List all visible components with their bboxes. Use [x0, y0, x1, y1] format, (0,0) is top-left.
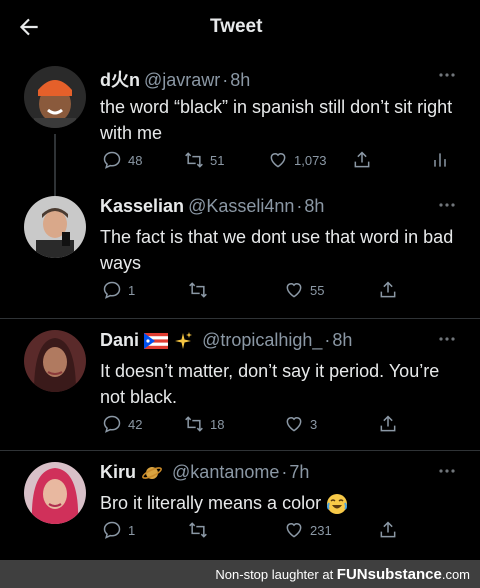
- share-icon: [380, 521, 396, 538]
- dot-separator: ·: [281, 462, 288, 482]
- reply-button[interactable]: 1: [102, 280, 135, 300]
- like-button[interactable]: 1,073: [268, 150, 327, 170]
- share-button[interactable]: [378, 520, 404, 540]
- more-options-icon[interactable]: [438, 72, 456, 78]
- share-icon: [354, 151, 370, 168]
- display-name[interactable]: Dani: [100, 330, 139, 350]
- tweet-header: Kasselian @Kasseli4nn · 8h: [100, 196, 324, 217]
- page-title: Tweet: [210, 16, 263, 37]
- watermark-bar: Non-stop laughter at FUNsubstance.com: [0, 560, 480, 588]
- more-options-icon[interactable]: [438, 468, 456, 474]
- heart-icon: [286, 417, 302, 432]
- action-bar: 1 231: [100, 520, 460, 544]
- handle[interactable]: @tropicalhigh_: [202, 330, 322, 350]
- tweet-text: The fact is that we dont use that word i…: [100, 227, 454, 273]
- like-button[interactable]: 55: [284, 280, 324, 300]
- retweet-button[interactable]: [188, 280, 214, 300]
- share-button[interactable]: [352, 150, 378, 170]
- dot-separator: ·: [222, 70, 229, 90]
- retweet-icon: [189, 522, 207, 538]
- like-count: 55: [310, 282, 325, 298]
- action-bar: 1 55: [100, 280, 460, 304]
- share-button[interactable]: [378, 280, 404, 300]
- handle[interactable]: @javrawr: [144, 70, 220, 90]
- reply-button[interactable]: 42: [102, 414, 142, 434]
- tweet-header: Kiru @kantanome · 7h: [100, 462, 309, 484]
- tweet-text-content: Bro it literally means a color: [100, 493, 322, 513]
- timestamp[interactable]: 7h: [289, 462, 309, 482]
- avatar[interactable]: [24, 330, 86, 392]
- heart-icon: [286, 523, 302, 538]
- retweet-icon: [189, 282, 207, 298]
- avatar[interactable]: [24, 66, 86, 128]
- reply-button[interactable]: 1: [102, 520, 135, 540]
- tweet-text: Bro it literally means a color: [100, 490, 460, 516]
- avatar[interactable]: [24, 462, 86, 524]
- dot-separator: ·: [296, 196, 303, 216]
- crying-laughing-emoji-icon: [327, 494, 348, 515]
- watermark-brand: FUNsubstance: [336, 566, 442, 583]
- like-count: 231: [310, 522, 332, 538]
- retweet-count: 18: [210, 416, 225, 432]
- divider: [0, 318, 480, 319]
- reply-icon: [103, 521, 121, 539]
- reply-icon: [103, 151, 121, 169]
- more-options-icon[interactable]: [438, 336, 456, 342]
- planet-icon: [142, 467, 162, 480]
- like-button[interactable]: 231: [284, 520, 332, 540]
- handle[interactable]: @kantanome: [172, 462, 279, 482]
- handle[interactable]: @Kasseli4nn: [188, 196, 294, 216]
- retweet-button[interactable]: [188, 520, 214, 540]
- back-arrow-icon[interactable]: [16, 14, 42, 40]
- share-icon: [380, 415, 396, 432]
- timestamp[interactable]: 8h: [332, 330, 352, 350]
- reply-count: 42: [128, 416, 143, 432]
- reply-count: 48: [128, 152, 143, 168]
- header: Tweet: [0, 0, 480, 54]
- reply-count: 1: [128, 282, 136, 298]
- tweet-text: It doesn’t matter, don’t say it period. …: [100, 361, 440, 407]
- timestamp[interactable]: 8h: [304, 196, 324, 216]
- reply-button[interactable]: 48: [102, 150, 142, 170]
- action-bar: 42 18 3: [100, 414, 460, 438]
- tweet-header: d火n @javrawr · 8h: [100, 66, 250, 92]
- watermark-text: Non-stop laughter at FUNsubstance.com: [215, 566, 470, 583]
- like-count: 3: [310, 416, 318, 432]
- retweet-count: 51: [210, 152, 225, 168]
- reply-icon: [103, 415, 121, 433]
- retweet-icon: [185, 416, 203, 432]
- analytics-button[interactable]: [430, 150, 456, 170]
- divider: [0, 450, 480, 451]
- like-count: 1,073: [294, 152, 327, 168]
- retweet-button[interactable]: 51: [184, 150, 224, 170]
- timestamp[interactable]: 8h: [230, 70, 250, 90]
- heart-icon: [286, 283, 302, 298]
- more-options-icon[interactable]: [438, 202, 456, 208]
- retweet-icon: [185, 152, 203, 168]
- reply-count: 1: [128, 522, 136, 538]
- avatar[interactable]: [24, 196, 86, 258]
- share-icon: [380, 281, 396, 298]
- reply-icon: [103, 281, 121, 299]
- action-bar: 48 51 1,073: [100, 150, 460, 174]
- tweet-header: Dani @tropicalhigh_ · 8h: [100, 330, 352, 351]
- watermark-prefix: Non-stop laughter at: [215, 567, 337, 582]
- share-button[interactable]: [378, 414, 404, 434]
- thread-line: [54, 134, 56, 196]
- like-button[interactable]: 3: [284, 414, 317, 434]
- sparkles-icon: [175, 332, 193, 350]
- watermark-suffix: .com: [441, 567, 470, 582]
- puerto-rico-flag-icon: [144, 333, 169, 350]
- retweet-button[interactable]: 18: [184, 414, 224, 434]
- heart-icon: [270, 153, 286, 168]
- tweet-text: the word “black” in spanish still don’t …: [100, 97, 453, 143]
- display-name[interactable]: Kiru: [100, 462, 136, 482]
- display-name[interactable]: d火n: [100, 70, 140, 90]
- analytics-icon: [434, 153, 446, 167]
- dot-separator: ·: [324, 330, 331, 350]
- display-name[interactable]: Kasselian: [100, 196, 184, 216]
